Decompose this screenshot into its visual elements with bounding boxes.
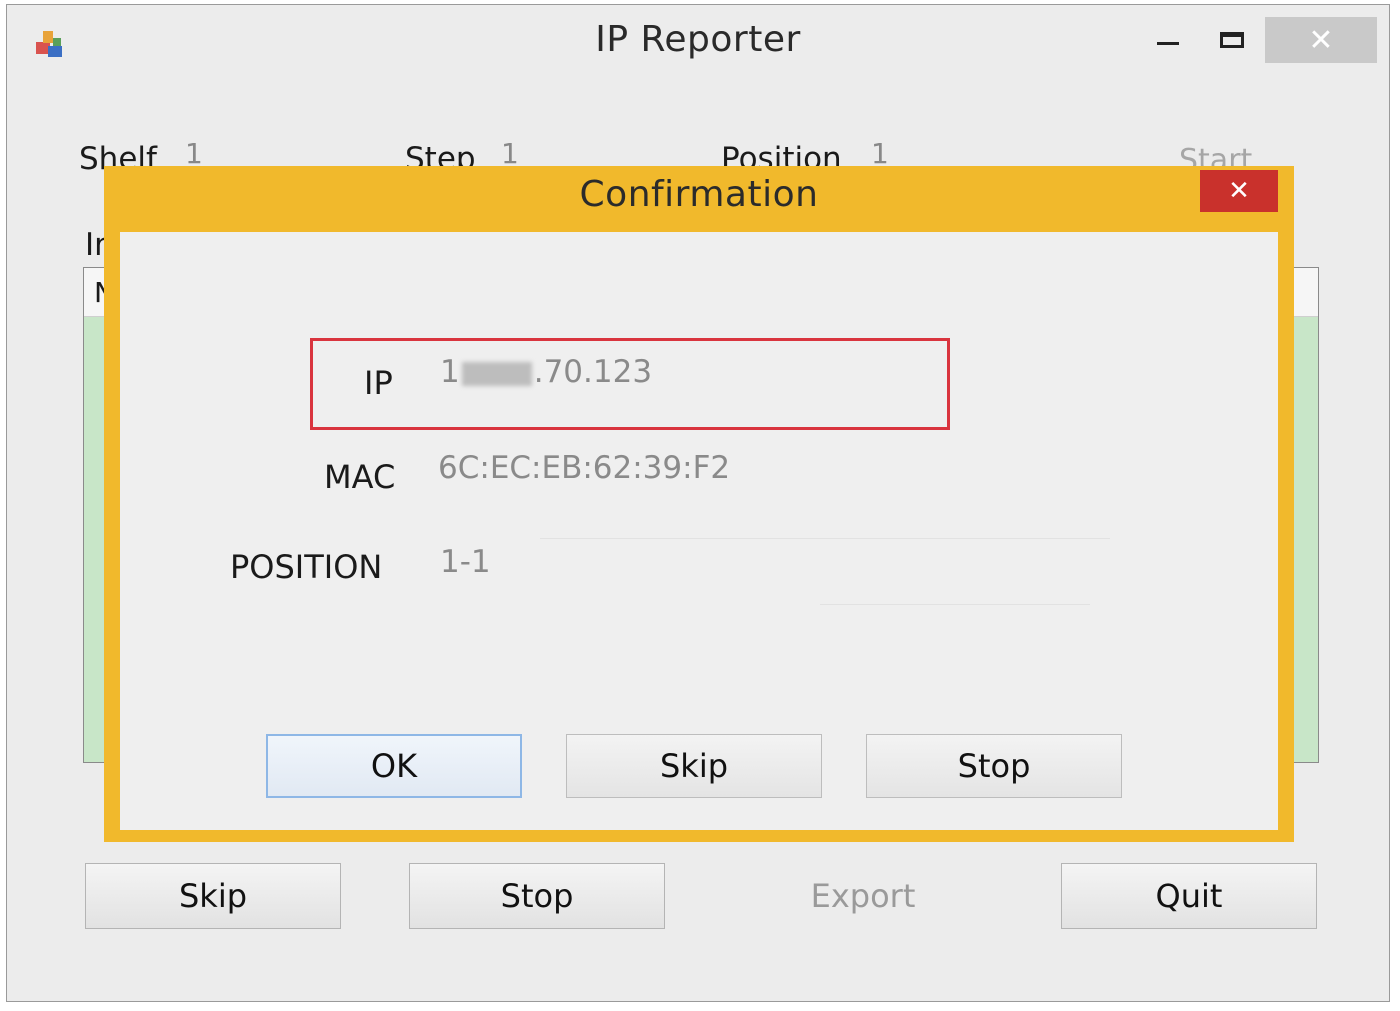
- close-button[interactable]: ✕: [1265, 17, 1377, 63]
- redacted-region: [461, 361, 532, 386]
- position-label: POSITION: [230, 548, 383, 586]
- dialog-body: IP 1.70.123 MAC 6C:EC:EB:62:39:F2 POSITI…: [120, 232, 1278, 830]
- dialog-title: Confirmation: [579, 174, 819, 215]
- quit-button[interactable]: Quit: [1061, 863, 1317, 929]
- minimize-icon: [1157, 41, 1179, 45]
- skip-button[interactable]: Skip: [85, 863, 341, 929]
- maximize-icon: [1220, 32, 1244, 48]
- mac-label: MAC: [324, 458, 396, 496]
- minimize-button[interactable]: [1145, 17, 1191, 63]
- dialog-stop-button[interactable]: Stop: [866, 734, 1122, 798]
- close-icon: ✕: [1228, 176, 1250, 206]
- ip-label: IP: [364, 364, 393, 402]
- ok-button[interactable]: OK: [266, 734, 522, 798]
- confirmation-dialog: Confirmation ✕ IP 1.70.123 MAC 6C:EC:EB:…: [104, 166, 1294, 842]
- ip-value: 1.70.123: [440, 354, 653, 390]
- dialog-skip-button[interactable]: Skip: [566, 734, 822, 798]
- maximize-button[interactable]: [1207, 17, 1257, 63]
- mac-value: 6C:EC:EB:62:39:F2: [438, 450, 731, 486]
- divider: [820, 604, 1090, 605]
- export-button[interactable]: Export: [735, 863, 991, 929]
- divider: [540, 538, 1110, 539]
- stop-button[interactable]: Stop: [409, 863, 665, 929]
- position-value: 1-1: [440, 544, 491, 580]
- dialog-close-button[interactable]: ✕: [1200, 170, 1278, 212]
- close-icon: ✕: [1308, 22, 1334, 58]
